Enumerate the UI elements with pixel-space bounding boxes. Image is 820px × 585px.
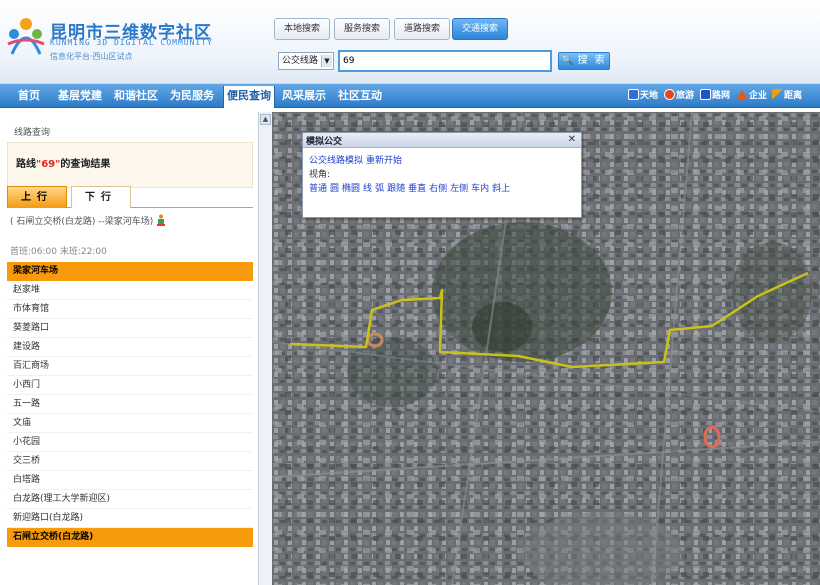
nav-convenience-query[interactable]: 便民查询 bbox=[223, 86, 275, 108]
stop-item[interactable]: 赵家堆 bbox=[7, 281, 253, 300]
view-vertical[interactable]: 垂直 bbox=[408, 184, 426, 194]
stop-item[interactable]: 建设路 bbox=[7, 338, 253, 357]
stop-item[interactable]: 葵菱路口 bbox=[7, 319, 253, 338]
stop-item[interactable]: 小花园 bbox=[7, 433, 253, 452]
result-box: 路线"69"的查询结果 bbox=[7, 142, 253, 188]
quick-links: 天地 旅游 路网 企业 距离 bbox=[620, 84, 820, 108]
map-view[interactable]: 模拟公交 ✕ 公交线路模拟 重新开始 视角: 普通圆椭圆线弧跟随 垂直 右侧 左侧 车内斜… bbox=[272, 112, 820, 585]
dialog-title: 模拟公交 bbox=[306, 137, 343, 147]
stop-list: 梁家河车场 赵家堆 市体育馆 葵菱路口 建设路 百汇商场 小西门 五一路 文庙 小花园 交三桥 白塔路… bbox=[7, 262, 253, 547]
search-tab-road[interactable]: 道路搜索 bbox=[394, 18, 450, 40]
header: 昆明市三维数字社区 KUNMING 3D DIGITAL COMMUNITY 信… bbox=[0, 0, 820, 84]
main-nav: 首页 基层党建 和谐社区 为民服务 便民查询 风采展示 社区互动 天地 旅游 路… bbox=[0, 84, 820, 108]
search-button-label: 搜 索 bbox=[577, 55, 607, 66]
view-ellipse[interactable]: 椭圆 bbox=[342, 184, 360, 194]
stop-item[interactable]: 文庙 bbox=[7, 414, 253, 433]
quick-link-sky[interactable]: 天地 bbox=[628, 88, 658, 104]
search-button[interactable]: 🔍 搜 索 bbox=[558, 52, 610, 70]
view-oblique[interactable]: 斜上 bbox=[492, 184, 510, 194]
route-endpoints: ( 石闸立交桥(白龙路) --梁家河车场) bbox=[10, 214, 166, 227]
search-tab-service[interactable]: 服务搜索 bbox=[334, 18, 390, 40]
view-left[interactable]: 左侧 bbox=[450, 184, 468, 194]
direction-tabs: 上行 下行 bbox=[7, 186, 253, 208]
ruler-icon bbox=[772, 89, 783, 100]
breadcrumb: 线路查询 bbox=[14, 128, 51, 138]
quick-link-enterprise[interactable]: 企业 bbox=[736, 88, 767, 104]
logo-tagline: 信息化平台·西山区试点 bbox=[50, 52, 133, 61]
stop-item[interactable]: 交三桥 bbox=[7, 452, 253, 471]
view-options: 普通圆椭圆线弧跟随 垂直 右侧 左侧 车内 斜上 bbox=[309, 181, 513, 194]
house-icon bbox=[736, 90, 748, 100]
stop-item[interactable]: 百汇商场 bbox=[7, 357, 253, 376]
search-icon: 🔍 bbox=[561, 55, 576, 66]
chevron-down-icon[interactable]: ▼ bbox=[321, 55, 332, 67]
stop-item[interactable]: 梁家河车场 bbox=[7, 262, 253, 281]
result-query: "69" bbox=[36, 159, 61, 170]
search-input[interactable] bbox=[338, 50, 552, 72]
stop-item[interactable]: 新迎路口(白龙路) bbox=[7, 509, 253, 528]
quick-link-tourism[interactable]: 旅游 bbox=[664, 88, 694, 104]
view-label: 视角: bbox=[309, 170, 331, 180]
simulated-bus-dialog: 模拟公交 ✕ 公交线路模拟 重新开始 视角: 普通圆椭圆线弧跟随 垂直 右侧 左侧 车内斜… bbox=[302, 132, 582, 218]
search-tab-traffic[interactable]: 交通搜索 bbox=[452, 18, 508, 40]
quick-link-road-network[interactable]: 路网 bbox=[700, 88, 730, 104]
nav-public-service[interactable]: 为民服务 bbox=[170, 84, 214, 108]
logo-subtitle-en: KUNMING 3D DIGITAL COMMUNITY bbox=[50, 38, 213, 47]
nav-home[interactable]: 首页 bbox=[18, 84, 40, 108]
search-type-select[interactable]: 公交线路 ▼ bbox=[278, 52, 334, 70]
logo-icon bbox=[7, 18, 45, 55]
route-panel: 线路查询 路线"69"的查询结果 上行 下行 ( 石闸立交桥(白龙路) --梁家… bbox=[0, 112, 258, 585]
stop-item[interactable]: 白龙路(理工大学新迎区) bbox=[7, 490, 253, 509]
dialog-titlebar: 模拟公交 ✕ bbox=[303, 133, 581, 148]
view-line[interactable]: 线 bbox=[363, 184, 372, 194]
view-circle[interactable]: 圆 bbox=[330, 184, 339, 194]
view-in-car[interactable]: 车内 bbox=[471, 184, 489, 194]
road-network-icon bbox=[700, 89, 711, 100]
stop-item[interactable]: 石闸立交桥(白龙路) bbox=[7, 528, 253, 547]
stop-item[interactable]: 五一路 bbox=[7, 395, 253, 414]
stop-item[interactable]: 小西门 bbox=[7, 376, 253, 395]
sim-actions: 公交线路模拟 重新开始 bbox=[309, 153, 405, 166]
link-restart[interactable]: 重新开始 bbox=[366, 156, 402, 166]
search-type-value: 公交线路 bbox=[282, 56, 319, 66]
nav-party-building[interactable]: 基层党建 bbox=[58, 84, 102, 108]
nav-harmonious-community[interactable]: 和谐社区 bbox=[114, 84, 158, 108]
stop-item[interactable]: 市体育馆 bbox=[7, 300, 253, 319]
search-tab-local[interactable]: 本地搜索 bbox=[274, 18, 330, 40]
result-title: 路线"69"的查询结果 bbox=[16, 159, 111, 170]
scrollbar[interactable]: ▲ bbox=[258, 112, 272, 585]
stop-item[interactable]: 白塔路 bbox=[7, 471, 253, 490]
bus-person-icon[interactable] bbox=[156, 214, 166, 226]
nav-community-interaction[interactable]: 社区互动 bbox=[338, 84, 382, 108]
view-right[interactable]: 右侧 bbox=[429, 184, 447, 194]
view-arc[interactable]: 弧 bbox=[375, 184, 384, 194]
tab-downward[interactable]: 下行 bbox=[71, 186, 131, 208]
view-follow[interactable]: 跟随 bbox=[387, 184, 405, 194]
view-normal[interactable]: 普通 bbox=[309, 184, 327, 194]
scroll-up-arrow-icon[interactable]: ▲ bbox=[260, 114, 271, 125]
link-bus-line-simulation[interactable]: 公交线路模拟 bbox=[309, 156, 363, 166]
tab-upward[interactable]: 上行 bbox=[7, 186, 67, 208]
tourism-icon bbox=[664, 89, 675, 100]
close-icon[interactable]: ✕ bbox=[568, 134, 576, 145]
route-schedule: 首班:06:00 末班:22:00 bbox=[10, 247, 107, 257]
sky-earth-icon bbox=[628, 89, 639, 100]
quick-link-distance[interactable]: 距离 bbox=[772, 88, 802, 104]
nav-showcase[interactable]: 风采展示 bbox=[282, 84, 326, 108]
